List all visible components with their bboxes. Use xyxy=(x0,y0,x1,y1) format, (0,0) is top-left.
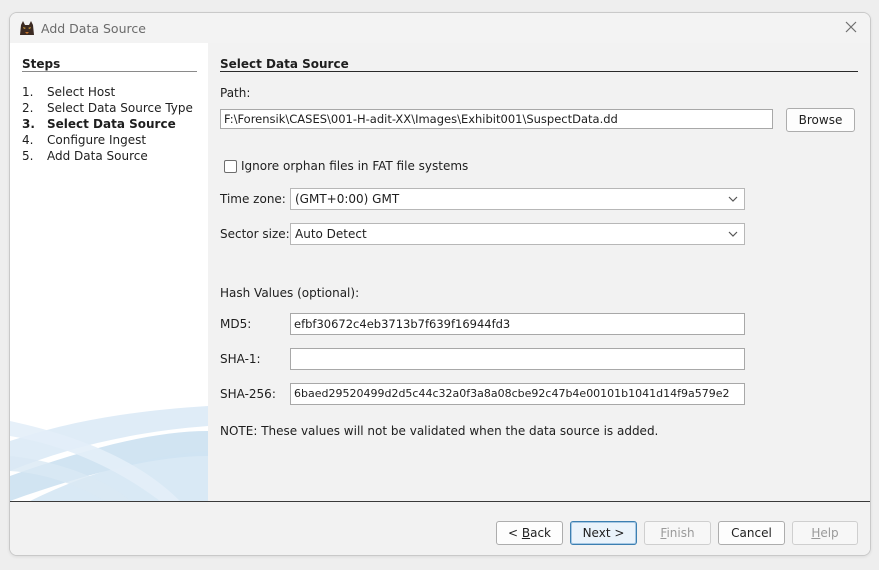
timezone-label: Time zone: xyxy=(220,192,286,206)
next-button[interactable]: Next > xyxy=(570,521,637,545)
section-title: Select Data Source xyxy=(220,57,349,71)
decorative-swoosh-graphic xyxy=(10,406,208,501)
close-button[interactable] xyxy=(841,17,861,37)
sha1-label: SHA-1: xyxy=(220,352,261,366)
step-label: Add Data Source xyxy=(47,149,148,163)
sector-size-value: Auto Detect xyxy=(295,227,367,241)
back-prefix: < xyxy=(507,526,522,540)
sha1-input[interactable] xyxy=(290,348,745,370)
window-title: Add Data Source xyxy=(41,21,146,36)
close-icon xyxy=(845,21,857,33)
steps-sidebar: Steps 1. Select Host 2. Select Data Source… xyxy=(10,43,208,501)
steps-title: Steps xyxy=(22,57,61,71)
finish-rest: inish xyxy=(666,526,695,540)
ignore-orphan-checkbox[interactable] xyxy=(224,160,237,173)
step-select-data-source-type: 2. Select Data Source Type xyxy=(22,101,193,117)
select-data-source-panel: Select Data Source Path: F:\Forensik\CAS… xyxy=(208,43,870,501)
md5-input[interactable]: efbf30672c4eb3713b7f639f16944fd3 xyxy=(290,313,745,335)
step-number: 5. xyxy=(22,149,34,163)
back-button[interactable]: < Back xyxy=(496,521,563,545)
help-rest: elp xyxy=(820,526,839,540)
browse-button[interactable]: Browse xyxy=(786,108,855,132)
step-number: 2. xyxy=(22,101,34,115)
cancel-button[interactable]: Cancel xyxy=(718,521,785,545)
sha256-label: SHA-256: xyxy=(220,387,276,401)
step-select-host: 1. Select Host xyxy=(22,85,115,101)
autopsy-dog-icon xyxy=(20,21,34,35)
sha256-input[interactable]: 6baed29520499d2d5c44c32a0f3a8a08cbe92c47… xyxy=(290,383,745,405)
timezone-value: (GMT+0:00) GMT xyxy=(295,192,400,206)
step-label: Select Data Source Type xyxy=(47,101,193,115)
path-input[interactable]: F:\Forensik\CASES\001-H-adit-XX\Images\E… xyxy=(220,109,773,129)
step-select-data-source: 3. Select Data Source xyxy=(22,117,176,133)
step-add-data-source: 5. Add Data Source xyxy=(22,149,148,165)
steps-divider xyxy=(22,71,197,72)
validation-note: NOTE: These values will not be validated… xyxy=(220,424,659,438)
back-rest: ack xyxy=(530,526,551,540)
hash-values-heading: Hash Values (optional): xyxy=(220,286,360,300)
sector-size-dropdown[interactable]: Auto Detect xyxy=(290,223,745,245)
add-data-source-dialog: Add Data Source Steps 1. Select Host 2. Se… xyxy=(9,12,871,556)
chevron-down-icon xyxy=(728,231,738,237)
step-label: Select Data Source xyxy=(47,117,176,131)
timezone-dropdown[interactable]: (GMT+0:00) GMT xyxy=(290,188,745,210)
wizard-footer: < Back Next > Finish Cancel Help xyxy=(10,501,870,555)
help-mnemonic: H xyxy=(811,526,821,540)
step-number: 1. xyxy=(22,85,34,99)
help-button[interactable]: Help xyxy=(792,521,858,545)
back-mnemonic: B xyxy=(521,526,531,540)
step-configure-ingest: 4. Configure Ingest xyxy=(22,133,146,149)
title-bar: Add Data Source xyxy=(10,13,870,43)
finish-button[interactable]: Finish xyxy=(644,521,711,545)
step-label: Select Host xyxy=(47,85,116,99)
step-number: 4. xyxy=(22,133,34,147)
md5-label: MD5: xyxy=(220,317,252,331)
ignore-orphan-label: Ignore orphan files in FAT file systems xyxy=(241,159,469,173)
step-label: Configure Ingest xyxy=(47,133,147,147)
path-label: Path: xyxy=(220,86,251,100)
sector-size-label: Sector size: xyxy=(220,227,290,241)
step-number: 3. xyxy=(22,117,35,131)
section-divider xyxy=(220,71,858,72)
chevron-down-icon xyxy=(728,196,738,202)
